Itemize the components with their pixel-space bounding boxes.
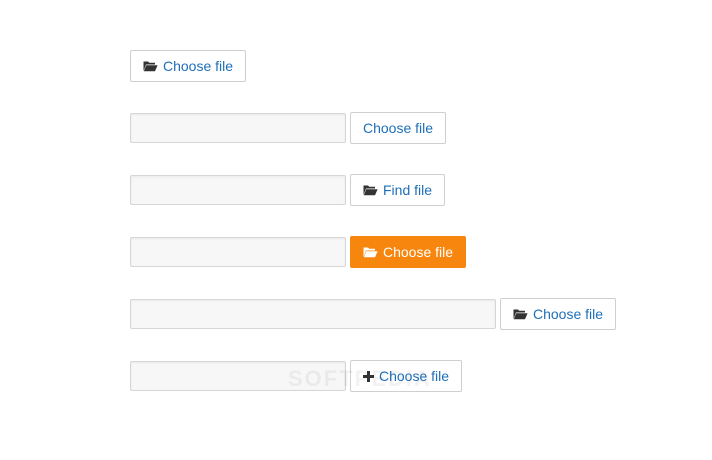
file-name-field[interactable] [130, 113, 346, 143]
choose-file-button-label: Choose file [533, 306, 604, 322]
file-picker-row-6: Choose file [130, 360, 463, 392]
folder-open-icon [363, 246, 378, 258]
folder-open-icon [513, 308, 528, 320]
find-file-button-label: Find file [383, 182, 433, 198]
choose-file-button[interactable]: Choose file [500, 298, 617, 330]
choose-file-button[interactable]: Choose file [130, 50, 247, 82]
file-picker-row-5: Choose file [130, 298, 617, 330]
choose-file-button[interactable]: Choose file [350, 360, 463, 392]
choose-file-button-label: Choose file [383, 244, 454, 260]
file-name-field[interactable] [130, 175, 346, 205]
file-picker-row-2: Choose file [130, 112, 447, 144]
folder-open-icon [143, 60, 158, 72]
file-picker-row-3: Find file [130, 174, 446, 206]
file-name-field[interactable] [130, 237, 346, 267]
find-file-button[interactable]: Find file [350, 174, 446, 206]
choose-file-button-label: Choose file [363, 120, 434, 136]
choose-file-button-label: Choose file [379, 368, 450, 384]
choose-file-button[interactable]: Choose file [350, 112, 447, 144]
file-picker-row-4: Choose file [130, 236, 467, 268]
folder-open-icon [363, 184, 378, 196]
file-picker-row-1: Choose file [130, 50, 247, 82]
choose-file-button-label: Choose file [163, 58, 234, 74]
plus-icon [363, 370, 374, 382]
file-name-field[interactable] [130, 361, 346, 391]
file-name-field[interactable] [130, 299, 496, 329]
choose-file-button-primary[interactable]: Choose file [350, 236, 467, 268]
